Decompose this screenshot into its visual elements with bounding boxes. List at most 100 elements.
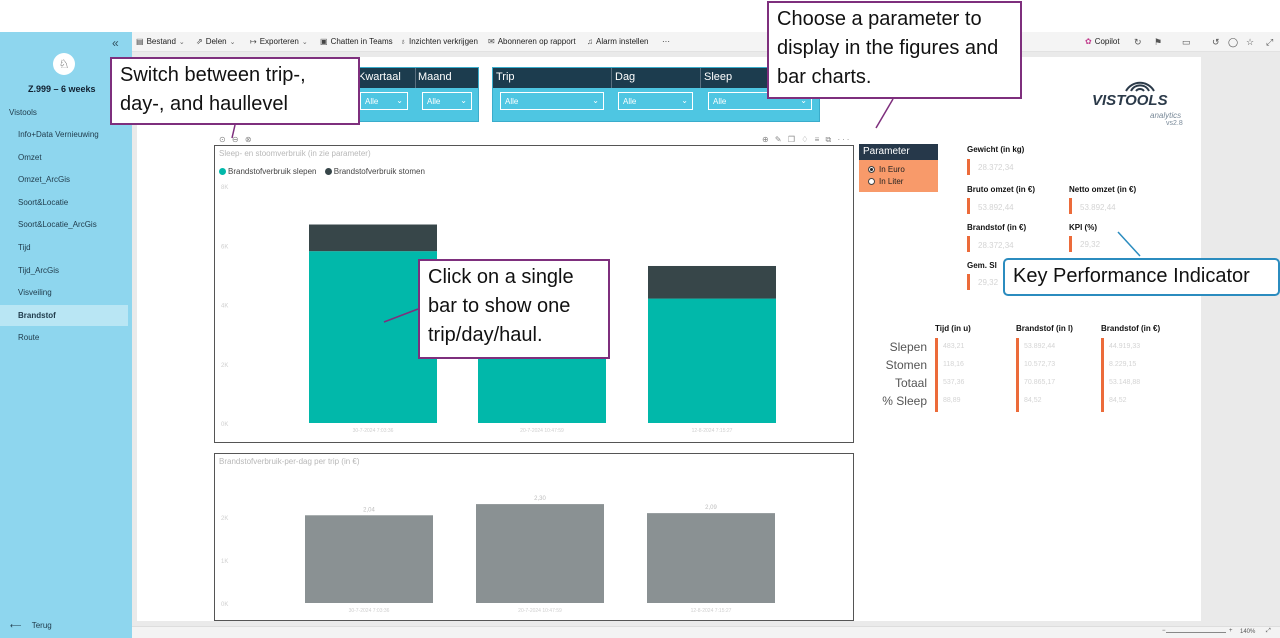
- table-cell: 88,89: [943, 397, 961, 404]
- sidebar-item-soort-locatie[interactable]: Soort&Locatie: [0, 192, 128, 213]
- subscribe-icon: ✉: [488, 37, 495, 46]
- y-tick-label: 1K: [221, 559, 228, 565]
- table-cell: 53.148,88: [1109, 379, 1141, 386]
- callout-slicer-hint: Switch between trip-, day-, and haulleve…: [110, 57, 360, 125]
- table-cell: 44.919,33: [1109, 343, 1141, 350]
- subscribe-button[interactable]: ✉ Abonneren op rapport: [488, 37, 576, 46]
- trip-dropdown[interactable]: Alle ⌄: [500, 92, 604, 110]
- bar-chart-per-day: Brandstofverbruik-per-dag per trip (in €…: [214, 453, 854, 621]
- x-tick-label: 20-7-2024 10:47:59: [518, 608, 562, 614]
- x-tick-label: 30-7-2024 7:03:36: [349, 608, 390, 614]
- table-cell: 483,21: [943, 343, 965, 350]
- chevron-down-icon: ⌄: [396, 96, 403, 105]
- collapse-sidebar-icon[interactable]: «: [112, 36, 119, 50]
- data-label: 2,30: [534, 496, 546, 502]
- refresh-visual-icon[interactable]: ↻: [1134, 37, 1142, 48]
- expand-icon[interactable]: ⤢: [1266, 37, 1273, 48]
- y-tick-label: 0K: [221, 422, 228, 428]
- sidebar-item-omzet[interactable]: Omzet: [0, 147, 128, 168]
- gewicht-value: 28.372,34: [978, 163, 1014, 172]
- table-row-label: Totaal: [894, 376, 927, 390]
- gem-label: Gem. Sl: [967, 261, 997, 270]
- back-label: Terug: [31, 621, 52, 630]
- gem-value: 29,32: [978, 278, 999, 287]
- view-icon[interactable]: ▭: [1182, 37, 1191, 48]
- netto-value: 53.892,44: [1080, 203, 1116, 212]
- maand-header: Maand: [418, 71, 452, 83]
- chevron-down-icon: ⌄: [178, 39, 185, 46]
- kpi-accent: [967, 159, 970, 175]
- option-in-euro[interactable]: In Euro: [868, 165, 905, 174]
- copilot-button[interactable]: ✿ Copilot: [1085, 37, 1120, 46]
- favorite-icon[interactable]: ☆: [1246, 37, 1254, 48]
- option-in-liter[interactable]: In Liter: [868, 177, 903, 186]
- reload-icon[interactable]: ↺: [1212, 37, 1220, 48]
- kpi-accent: [967, 198, 970, 214]
- back-link[interactable]: ⟵ Terug: [10, 621, 52, 630]
- bookmark-icon[interactable]: ⚑: [1154, 37, 1162, 48]
- table-cell: 53.892,44: [1024, 343, 1056, 350]
- brandstof-value: 28.372,34: [978, 241, 1014, 250]
- drill-controls[interactable]: ⊙ ⊖ ⊗: [219, 135, 254, 144]
- table-cell: 84,52: [1109, 397, 1127, 404]
- dag-dropdown[interactable]: Alle ⌄: [618, 92, 693, 110]
- bar-primary[interactable]: [648, 298, 776, 423]
- parameter-slicer: Parameter In Euro In Liter: [859, 144, 938, 192]
- period-slicer-group: Kwartaal Maand Alle ⌄ Alle ⌄: [355, 67, 479, 122]
- x-tick-label: 30-7-2024 7:03:36: [353, 428, 394, 434]
- zoom-slider[interactable]: [1166, 632, 1226, 633]
- sleep-header: Sleep: [704, 71, 733, 83]
- visual-options[interactable]: ⊕ ✎ ❐ ♢ ≡ ⧉ ···: [762, 135, 851, 145]
- y-tick-label: 2K: [221, 516, 228, 522]
- vistools-logo: VISTOOLS: [1092, 92, 1168, 109]
- bar-secondary[interactable]: [648, 265, 776, 299]
- comment-icon[interactable]: ◯: [1228, 37, 1238, 48]
- maand-dropdown[interactable]: Alle ⌄: [422, 92, 472, 110]
- kpi-accent: [1069, 236, 1072, 252]
- set-alert-button[interactable]: ♫ Alarm instellen: [587, 37, 648, 46]
- x-tick-label: 12-8-2024 7:15:27: [692, 428, 733, 434]
- get-insights-button[interactable]: ♁ Inzichten verkrijgen: [400, 37, 478, 46]
- table-column-accent: [935, 338, 938, 412]
- bar-primary[interactable]: [647, 513, 775, 603]
- radio-selected-icon: [868, 166, 875, 174]
- bar-primary[interactable]: [476, 504, 604, 603]
- chart2-plot: 0K 1K 2K 2,04 30-7-2024 7:03:36 2,30 20-7-2024…: [221, 496, 775, 614]
- sidebar-item-tijd[interactable]: Tijd: [0, 237, 128, 258]
- callout-parameter-hint: Choose a parameter to display in the fig…: [767, 1, 1022, 99]
- sidebar-item-brandstof[interactable]: Brandstof: [0, 304, 128, 326]
- share-icon: ⇗: [196, 37, 203, 46]
- report-toolbar: ▤ Bestand ⌄ ⇗ Delen ⌄ ↦ Exporteren ⌄ ▣ Chatten …: [132, 32, 1280, 52]
- workspace-section: Vistools: [9, 108, 37, 117]
- export-menu[interactable]: ↦ Exporteren ⌄: [250, 37, 308, 46]
- sidebar-item-soort-locatie-arcgis[interactable]: Soort&Locatie_ArcGis: [0, 214, 128, 235]
- bar-secondary[interactable]: [309, 224, 437, 252]
- zoom-in-icon[interactable]: +: [1229, 628, 1233, 634]
- y-tick-label: 0K: [221, 602, 228, 608]
- zoom-level: 140%: [1240, 629, 1256, 635]
- kwartaal-dropdown[interactable]: Alle ⌄: [360, 92, 408, 110]
- table-column-accent: [1101, 338, 1104, 412]
- file-menu[interactable]: ▤ Bestand ⌄: [136, 37, 185, 46]
- sidebar-item-omzet-arcgis[interactable]: Omzet_ArcGis: [0, 169, 128, 190]
- sidebar-item-route[interactable]: Route: [0, 327, 128, 348]
- gewicht-label: Gewicht (in kg): [967, 145, 1025, 154]
- radio-icon: [868, 178, 875, 186]
- share-menu[interactable]: ⇗ Delen ⌄: [196, 37, 235, 46]
- vistools-version: vs2.8: [1166, 120, 1183, 127]
- sidebar-item-visveiling[interactable]: Visveiling: [0, 282, 128, 303]
- more-options-button[interactable]: ···: [662, 37, 670, 46]
- kpi-label: KPI (%): [1069, 223, 1097, 232]
- y-tick-label: 2K: [221, 363, 228, 369]
- kwartaal-header: Kwartaal: [358, 71, 401, 83]
- teams-icon: ▣: [320, 37, 328, 46]
- chevron-down-icon: ⌄: [681, 96, 688, 105]
- sidebar-item-tijd-arcgis[interactable]: Tijd_ArcGis: [0, 260, 128, 281]
- sidebar-item-info-data-vernieuwing[interactable]: Info+Data Vernieuwing: [0, 124, 128, 145]
- zoom-out-icon[interactable]: −: [1162, 628, 1166, 634]
- data-label: 2,04: [363, 507, 375, 513]
- netto-label: Netto omzet (in €): [1069, 185, 1137, 194]
- chat-in-teams-button[interactable]: ▣ Chatten in Teams: [320, 37, 393, 46]
- fit-page-icon[interactable]: ⤢: [1266, 628, 1271, 635]
- bar-primary[interactable]: [305, 515, 433, 603]
